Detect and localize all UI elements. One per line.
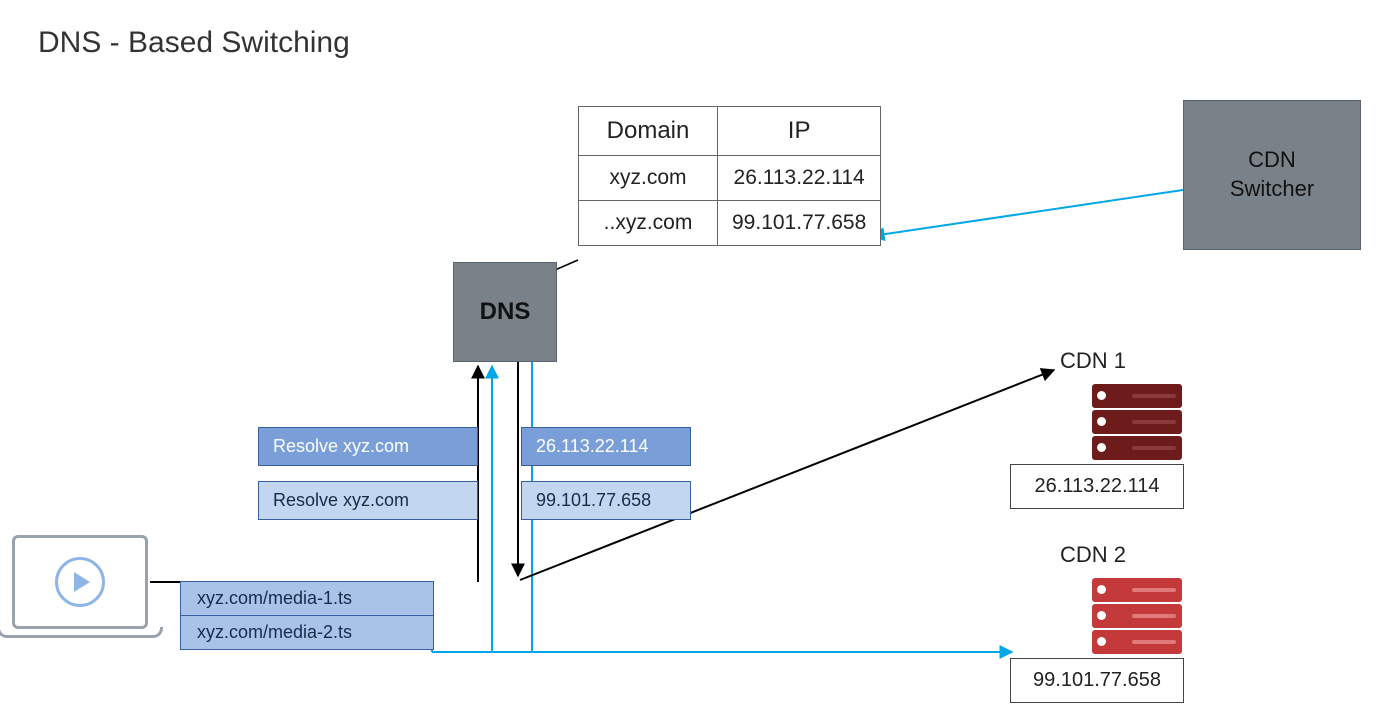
cdn2-ip: 99.101.77.658: [1010, 658, 1184, 703]
page-title: DNS - Based Switching: [38, 26, 350, 60]
resolve-request-1: Resolve xyz.com: [258, 427, 478, 466]
dns-node: DNS: [453, 262, 557, 362]
resolve-response-1: 26.113.22.114: [521, 427, 691, 466]
resolve-response-2: 99.101.77.658: [521, 481, 691, 520]
cell-domain: ..xyz.com: [579, 201, 718, 246]
server-icon: [1092, 384, 1182, 462]
cell-ip: 99.101.77.658: [718, 201, 881, 246]
media-request-list: xyz.com/media-1.ts xyz.com/media-2.ts: [180, 581, 434, 650]
media-url-2: xyz.com/media-2.ts: [181, 616, 433, 649]
dns-label: DNS: [480, 298, 531, 326]
play-icon: [55, 557, 105, 607]
cdn2-label: CDN 2: [1060, 542, 1126, 568]
server-icon: [1092, 578, 1182, 656]
table-row: ..xyz.com 99.101.77.658: [579, 201, 881, 246]
th-ip: IP: [718, 107, 881, 156]
media-url-1: xyz.com/media-1.ts: [181, 582, 433, 616]
cell-ip: 26.113.22.114: [718, 156, 881, 201]
cdn1-ip: 26.113.22.114: [1010, 464, 1184, 509]
dns-table: Domain IP xyz.com 26.113.22.114 ..xyz.co…: [578, 106, 881, 246]
resolve-request-2: Resolve xyz.com: [258, 481, 478, 520]
table-row: xyz.com 26.113.22.114: [579, 156, 881, 201]
cell-domain: xyz.com: [579, 156, 718, 201]
cdn1-label: CDN 1: [1060, 348, 1126, 374]
cdn-switcher-node: CDN Switcher: [1183, 100, 1361, 250]
video-player-client: [12, 535, 163, 638]
switcher-label: CDN Switcher: [1230, 146, 1314, 203]
th-domain: Domain: [579, 107, 718, 156]
